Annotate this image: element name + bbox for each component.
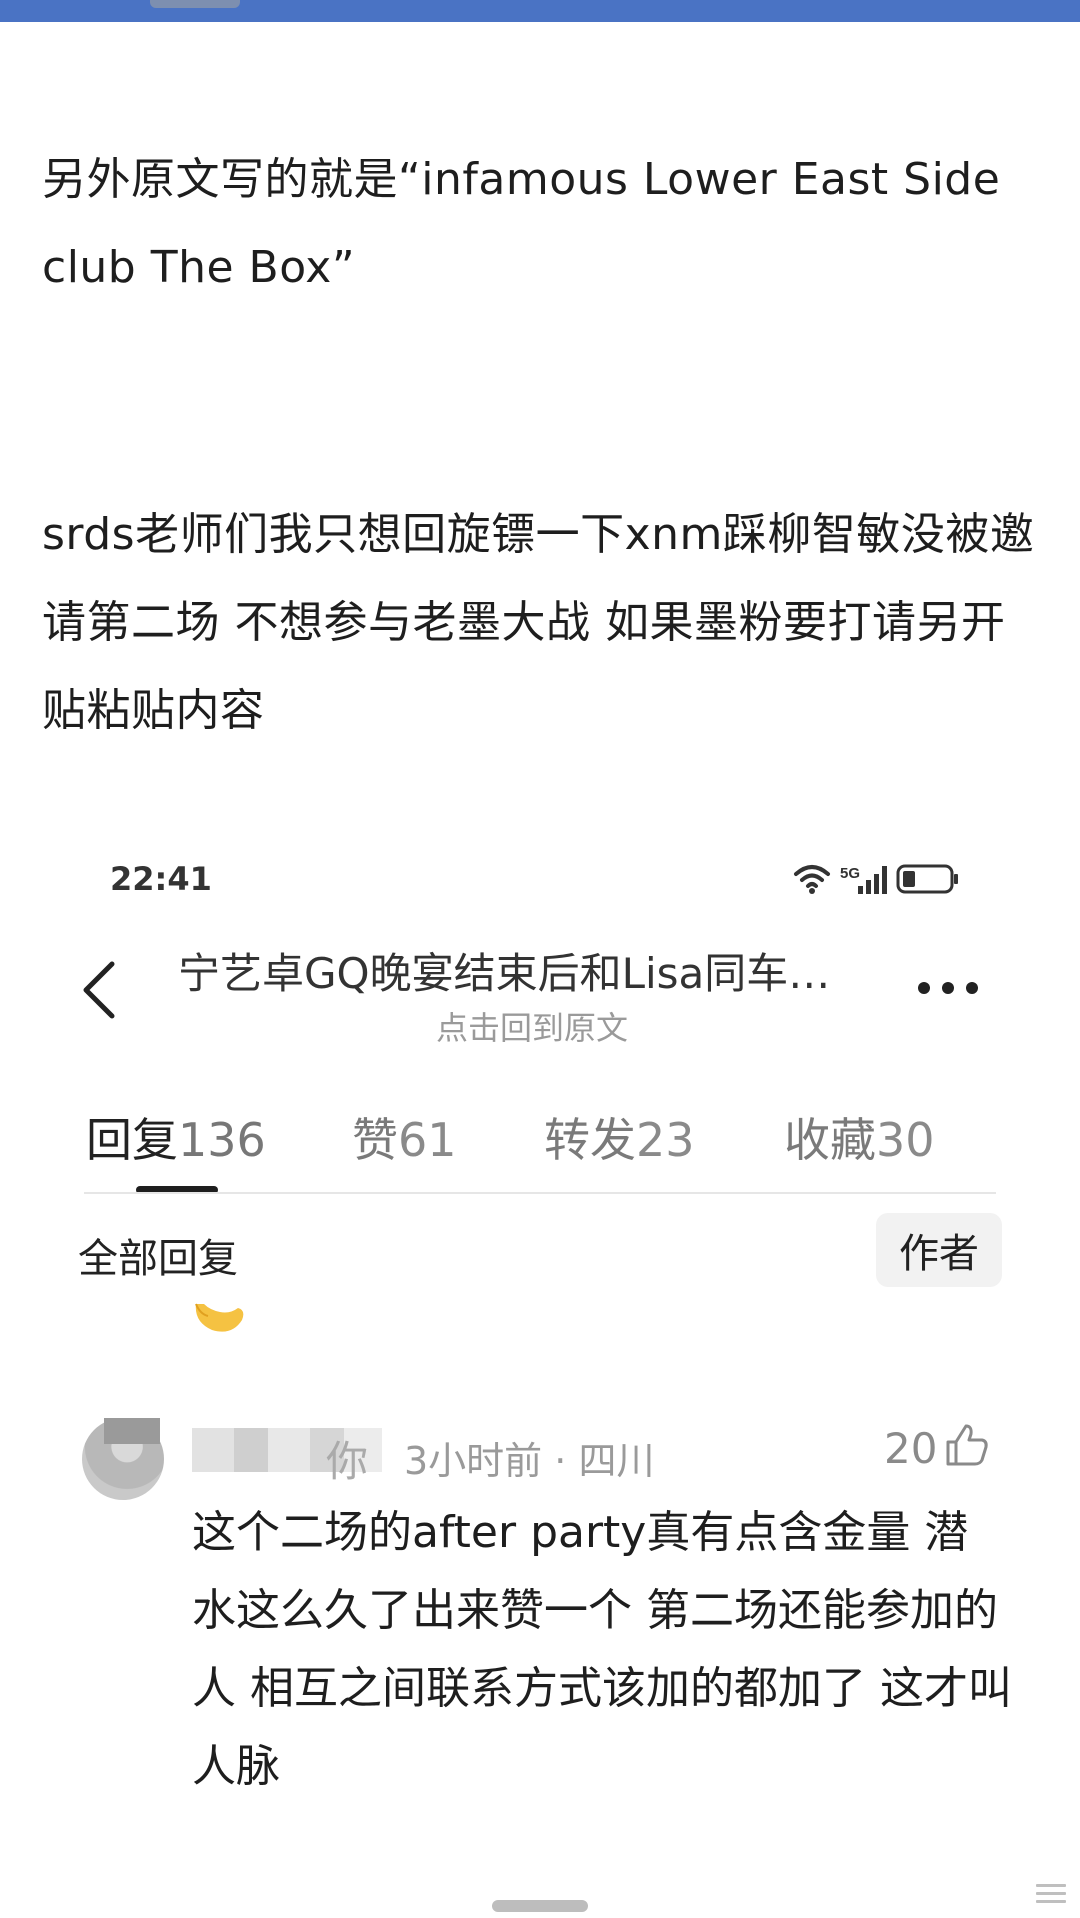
username-tail: 你 (326, 1437, 369, 1486)
status-time: 22:41 (110, 860, 212, 898)
tab-label: 收藏 (784, 1113, 876, 1167)
network-label: 5G (840, 865, 860, 882)
clap-emoji-icon (195, 1303, 244, 1332)
signal-icon (858, 866, 887, 894)
tab-label: 转发 (544, 1113, 636, 1167)
comment-meta: 3小时前 · 四川 (404, 1439, 655, 1483)
post-paragraph-2: srds老师们我只想回旋镖一下xnm踩柳智敏没被邀请第二场 不想参与老墨大战 如… (42, 509, 1035, 736)
tab-label: 回复 (86, 1113, 178, 1167)
back-to-original-link[interactable]: 点击回到原文 (436, 1003, 628, 1049)
more-options-icon[interactable] (916, 975, 980, 1001)
thumbs-up-icon[interactable] (944, 1422, 990, 1468)
menu-icon[interactable] (1036, 1884, 1066, 1906)
nav-title[interactable]: 宁艺卓GQ晚宴结束后和Lisa同车… (178, 940, 830, 1001)
top-window-bar (0, 0, 1080, 22)
back-chevron-icon[interactable] (78, 958, 122, 1022)
comment-location: 四川 (578, 1439, 655, 1483)
tab-reposts[interactable]: 转发23 (544, 1104, 695, 1170)
home-indicator[interactable] (492, 1900, 588, 1912)
tab-count: 30 (876, 1113, 935, 1167)
author-only-filter[interactable]: 作者 (876, 1213, 1002, 1287)
tab-count: 136 (178, 1113, 266, 1167)
wifi-icon (794, 865, 830, 888)
tab-label: 赞 (352, 1113, 398, 1167)
tab-replies[interactable]: 回复136 (86, 1104, 266, 1170)
tab-divider (84, 1192, 996, 1194)
tab-count: 61 (398, 1113, 457, 1167)
comment-text: 这个二场的after party真有点含金量 潜水这么久了出来赞一个 第二场还能… (192, 1507, 1012, 1792)
tab-favorites[interactable]: 收藏30 (784, 1104, 935, 1170)
post-paragraph-1: 另外原文写的就是“infamous Lower East Side club T… (42, 154, 1001, 293)
comment-time: 3小时前 (404, 1439, 543, 1483)
avatar-redaction (104, 1418, 160, 1444)
status-icons: 5G (794, 864, 958, 894)
all-replies-filter[interactable]: 全部回复 (78, 1226, 238, 1284)
tab-count: 23 (636, 1113, 695, 1167)
battery-icon (896, 864, 958, 894)
top-bar-tab-handle (150, 0, 240, 8)
tab-likes[interactable]: 赞61 (352, 1104, 457, 1170)
comment-like-count: 20 (884, 1424, 938, 1473)
